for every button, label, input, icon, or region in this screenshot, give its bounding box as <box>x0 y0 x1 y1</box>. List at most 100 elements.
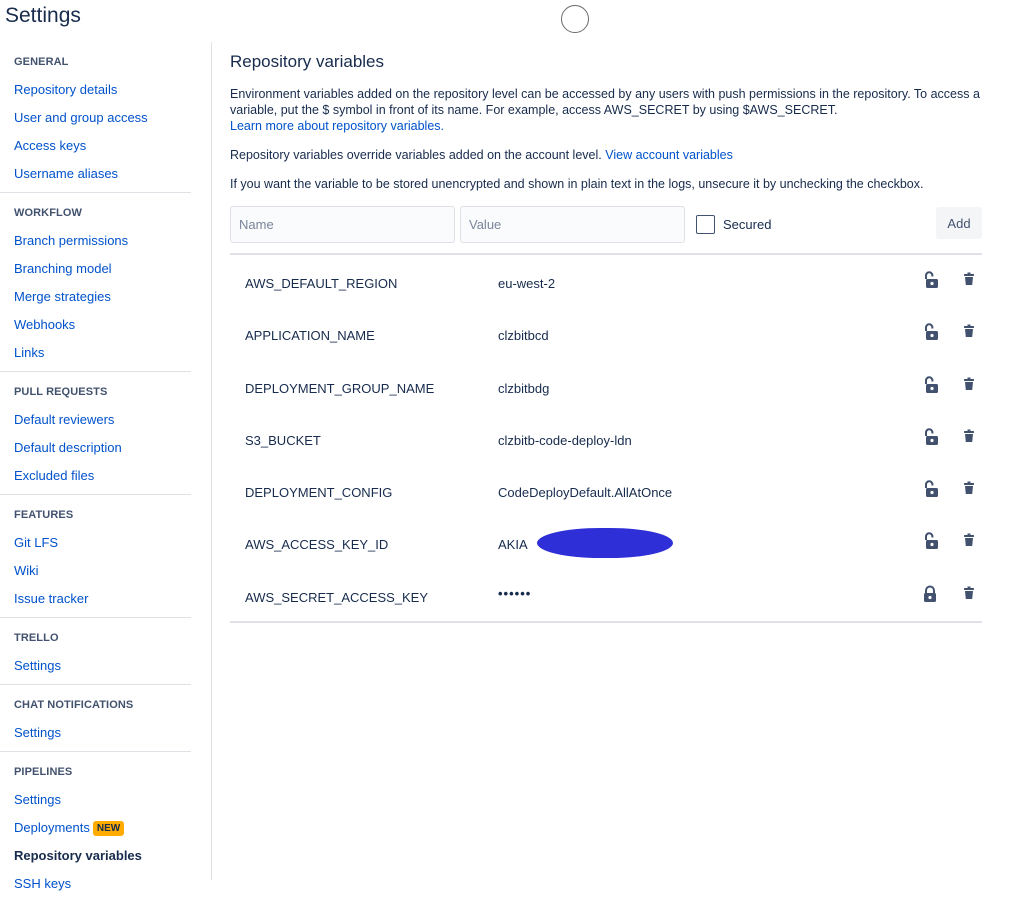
nav-heading: GENERAL <box>14 56 69 68</box>
trash-icon[interactable] <box>961 376 977 394</box>
learn-more-link[interactable]: Learn more about repository variables. <box>230 119 444 133</box>
sidebar-item-default-reviewers[interactable]: Default reviewers <box>0 406 191 434</box>
sidebar-item-links[interactable]: Links <box>0 339 191 367</box>
sidebar-item-label: Default reviewers <box>14 412 115 427</box>
nav-heading: TRELLO <box>14 632 59 644</box>
sidebar: GENERAL Repository details User and group … <box>0 42 212 891</box>
sidebar-item-label: Git LFS <box>14 535 59 550</box>
sidebar-item-label: Access keys <box>14 138 87 153</box>
main-content: Repository variables Environment variabl… <box>230 52 982 624</box>
sidebar-item-label: Default description <box>14 440 122 455</box>
nav-section-general: GENERAL Repository details User and group … <box>0 42 191 193</box>
lock-open-icon[interactable] <box>922 271 938 289</box>
sidebar-item-label: Excluded files <box>14 468 95 483</box>
sidebar-item-issue-tracker[interactable]: Issue tracker <box>0 585 191 613</box>
nav-section-features: FEATURES Git LFS Wiki Issue tracker <box>0 495 191 618</box>
sidebar-item-settings[interactable]: Settings <box>0 786 191 814</box>
sidebar-item-default-description[interactable]: Default description <box>0 434 191 462</box>
sidebar-item-label: Branch permissions <box>14 233 129 248</box>
nav-heading: PIPELINES <box>14 766 73 778</box>
variable-value: clzbitb-code-deploy-ldn <box>498 432 632 448</box>
variable-row-aws-secret-access-key: AWS_SECRET_ACCESS_KEY •••••• <box>230 569 982 621</box>
add-variable-form: Secured Add <box>230 206 982 243</box>
sidebar-item-repository-variables[interactable]: Repository variables <box>0 842 191 870</box>
trash-icon[interactable] <box>961 428 977 446</box>
sidebar-item-label: Webhooks <box>14 317 76 332</box>
sidebar-item-label: Repository details <box>14 82 118 97</box>
sidebar-item-access-keys[interactable]: Access keys <box>0 132 191 160</box>
variable-value: •••••• <box>498 585 532 601</box>
sidebar-item-git-lfs[interactable]: Git LFS <box>0 529 191 557</box>
sidebar-item-excluded-files[interactable]: Excluded files <box>0 462 191 490</box>
variables-table: AWS_DEFAULT_REGION eu-west-2 APPLICATION_N… <box>230 253 982 624</box>
variable-value: clzbitbdg <box>498 380 550 396</box>
trash-icon[interactable] <box>961 532 977 550</box>
sidebar-item-repository-details[interactable]: Repository details <box>0 76 191 104</box>
lock-open-icon[interactable] <box>922 480 938 498</box>
nav-section-pull-requests: PULL REQUESTS Default reviewers Default de… <box>0 372 191 495</box>
variable-name: DEPLOYMENT_CONFIG <box>245 485 393 501</box>
override-paragraph: Repository variables override variables … <box>230 147 982 163</box>
lock-open-icon[interactable] <box>922 375 938 394</box>
sidebar-item-branch-permissions[interactable]: Branch permissions <box>0 227 191 255</box>
sidebar-item-merge-strategies[interactable]: Merge strategies <box>0 283 191 311</box>
variable-row-aws-default-region: AWS_DEFAULT_REGION eu-west-2 <box>230 255 982 307</box>
sidebar-item-user-and-group-access[interactable]: User and group access <box>0 104 191 132</box>
sidebar-item-settings[interactable]: Settings <box>0 719 191 747</box>
nav-heading: WORKFLOW <box>14 207 83 219</box>
trash-icon[interactable] <box>961 585 977 603</box>
variable-row-application-name: APPLICATION_NAME clzbitbcd <box>230 307 982 359</box>
secured-checkbox[interactable] <box>696 215 715 234</box>
value-input[interactable] <box>460 206 685 243</box>
override-text: Repository variables override variables … <box>230 148 602 162</box>
sidebar-item-label: Deployments <box>14 820 90 835</box>
sidebar-item-label: Username aliases <box>14 166 119 181</box>
sidebar-item-webhooks[interactable]: Webhooks <box>0 311 191 339</box>
lock-icon[interactable] <box>922 585 938 603</box>
sidebar-item-label: Merge strategies <box>14 289 111 304</box>
trash-icon[interactable] <box>961 271 977 289</box>
sidebar-item-deployments[interactable]: Deployments NEW <box>0 814 191 842</box>
variable-name: AWS_DEFAULT_REGION <box>245 276 398 291</box>
sidebar-item-ssh-keys[interactable]: SSH keys <box>0 870 191 898</box>
variable-value: clzbitbcd <box>498 328 549 344</box>
variable-row-aws-access-key-id: AWS_ACCESS_KEY_ID AKIA <box>230 516 982 568</box>
variable-row-deployment-config: DEPLOYMENT_CONFIG CodeDeployDefault.AllAt… <box>230 464 982 516</box>
add-button[interactable]: Add <box>936 207 982 239</box>
loading-spinner-icon <box>561 5 589 33</box>
trash-icon[interactable] <box>961 480 977 498</box>
sidebar-item-label: User and group access <box>14 110 148 125</box>
variable-row-deployment-group-name: DEPLOYMENT_GROUP_NAME clzbitbdg <box>230 360 982 412</box>
variable-value: AKIA <box>498 537 528 553</box>
sidebar-item-label: Settings <box>14 658 61 673</box>
sidebar-item-wiki[interactable]: Wiki <box>0 557 191 585</box>
lock-open-icon[interactable] <box>922 532 938 550</box>
sidebar-item-branching-model[interactable]: Branching model <box>0 255 191 283</box>
sidebar-item-settings[interactable]: Settings <box>0 652 191 680</box>
sidebar-item-label: Settings <box>14 792 61 807</box>
variable-name: AWS_ACCESS_KEY_ID <box>245 537 389 553</box>
sidebar-item-label: SSH keys <box>14 876 72 891</box>
description-paragraph: Environment variables added on the repos… <box>230 86 982 134</box>
lock-open-icon[interactable] <box>922 323 938 341</box>
secured-label: Secured <box>723 217 772 232</box>
trash-icon[interactable] <box>961 323 977 341</box>
description-text: Environment variables added on the repos… <box>230 87 980 117</box>
page-title: Settings <box>5 4 81 27</box>
unsecure-paragraph: If you want the variable to be stored un… <box>230 177 924 191</box>
section-title: Repository variables <box>230 52 385 71</box>
sidebar-item-label: Links <box>14 345 45 360</box>
sidebar-item-username-aliases[interactable]: Username aliases <box>0 160 191 188</box>
variable-name: AWS_SECRET_ACCESS_KEY <box>245 589 429 605</box>
lock-open-icon[interactable] <box>922 428 938 446</box>
variable-name: S3_BUCKET <box>245 432 321 448</box>
name-input[interactable] <box>230 206 455 243</box>
nav-heading: FEATURES <box>14 509 74 521</box>
secured-toggle[interactable]: Secured <box>696 215 771 234</box>
redaction-scribble <box>537 528 673 559</box>
nav-section-workflow: WORKFLOW Branch permissions Branching mode… <box>0 193 191 372</box>
sidebar-item-label: Branching model <box>14 261 112 276</box>
view-account-variables-link[interactable]: View account variables <box>605 148 733 162</box>
sidebar-item-label: Issue tracker <box>14 591 89 606</box>
new-badge: NEW <box>92 821 125 836</box>
